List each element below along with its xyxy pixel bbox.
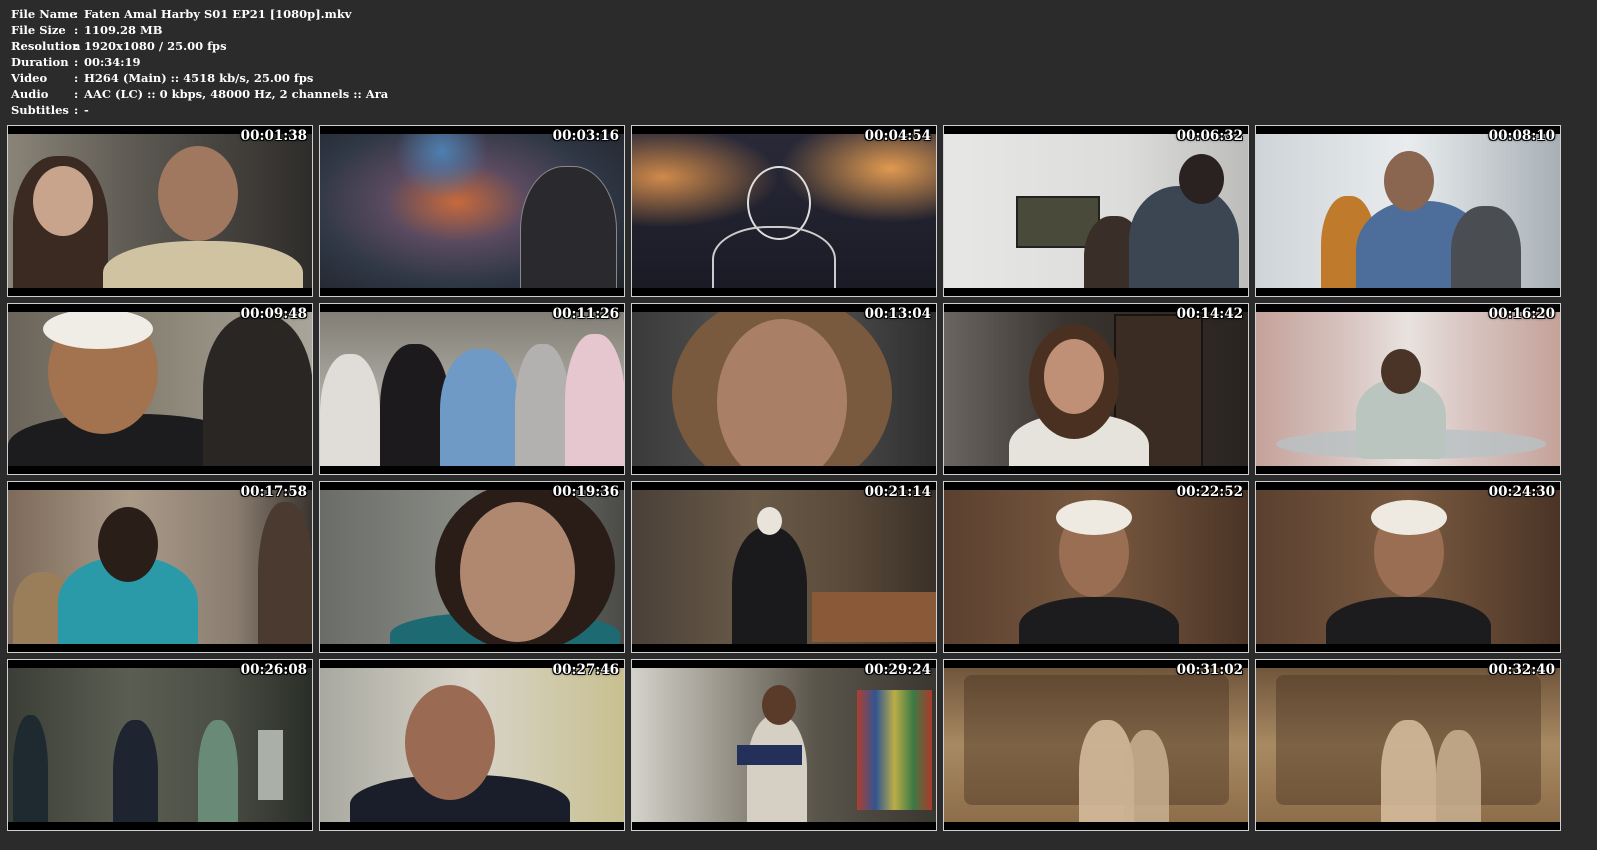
separator: : — [74, 87, 79, 101]
media-info-panel: File Name : Faten Amal Harby S01 EP21 [1… — [11, 6, 388, 118]
thumbnail[interactable]: 00:22:52 — [943, 481, 1249, 653]
timestamp: 00:26:08 — [240, 662, 307, 678]
file-name-label: File Name — [11, 7, 77, 21]
thumbnail[interactable]: 00:19:36 — [319, 481, 625, 653]
thumbnail[interactable]: 00:29:24 — [631, 659, 937, 831]
timestamp: 00:13:04 — [864, 306, 931, 322]
duration-value: 00:34:19 — [84, 55, 141, 69]
timestamp: 00:24:30 — [1488, 484, 1555, 500]
separator: : — [74, 103, 79, 117]
thumbnail[interactable]: 00:08:10 — [1255, 125, 1561, 297]
timestamp: 00:14:42 — [1176, 306, 1243, 322]
info-row-resolution: Resolution : 1920x1080 / 25.00 fps — [11, 38, 388, 54]
separator: : — [74, 39, 79, 53]
audio-label: Audio — [11, 87, 49, 101]
timestamp: 00:19:36 — [552, 484, 619, 500]
timestamp: 00:21:14 — [864, 484, 931, 500]
separator: : — [74, 71, 79, 85]
info-row-video: Video : H264 (Main) :: 4518 kb/s, 25.00 … — [11, 70, 388, 86]
subtitles-value: - — [84, 103, 89, 117]
subtitles-label: Subtitles — [11, 103, 69, 117]
timestamp: 00:27:46 — [552, 662, 619, 678]
thumbnail[interactable]: 00:27:46 — [319, 659, 625, 831]
separator: : — [74, 55, 79, 69]
info-row-file-name: File Name : Faten Amal Harby S01 EP21 [1… — [11, 6, 388, 22]
info-row-audio: Audio : AAC (LC) :: 0 kbps, 48000 Hz, 2 … — [11, 86, 388, 102]
thumbnail[interactable]: 00:04:54 — [631, 125, 937, 297]
thumbnail[interactable]: 00:31:02 — [943, 659, 1249, 831]
thumbnail[interactable]: 00:32:40 — [1255, 659, 1561, 831]
timestamp: 00:22:52 — [1176, 484, 1243, 500]
audio-value: AAC (LC) :: 0 kbps, 48000 Hz, 2 channels… — [84, 87, 389, 101]
file-name-value: Faten Amal Harby S01 EP21 [1080p].mkv — [84, 7, 352, 21]
thumbnail[interactable]: 00:14:42 — [943, 303, 1249, 475]
thumbnail[interactable]: 00:26:08 — [7, 659, 313, 831]
timestamp: 00:01:38 — [240, 128, 307, 144]
timestamp: 00:08:10 — [1488, 128, 1555, 144]
resolution-value: 1920x1080 / 25.00 fps — [84, 39, 227, 53]
timestamp: 00:32:40 — [1488, 662, 1555, 678]
separator: : — [74, 7, 79, 21]
thumbnail[interactable]: 00:13:04 — [631, 303, 937, 475]
timestamp: 00:17:58 — [240, 484, 307, 500]
info-row-duration: Duration : 00:34:19 — [11, 54, 388, 70]
timestamp: 00:04:54 — [864, 128, 931, 144]
thumbnail[interactable]: 00:16:20 — [1255, 303, 1561, 475]
timestamp: 00:16:20 — [1488, 306, 1555, 322]
thumbnail-grid: 00:01:38 00:03:16 00:04:54 00:06:32 00:0… — [7, 125, 1561, 831]
separator: : — [74, 23, 79, 37]
file-size-value: 1109.28 MB — [84, 23, 163, 37]
thumbnail[interactable]: 00:24:30 — [1255, 481, 1561, 653]
timestamp: 00:03:16 — [552, 128, 619, 144]
thumbnail[interactable]: 00:11:26 — [319, 303, 625, 475]
thumbnail[interactable]: 00:01:38 — [7, 125, 313, 297]
timestamp: 00:31:02 — [1176, 662, 1243, 678]
duration-label: Duration — [11, 55, 69, 69]
info-row-subtitles: Subtitles : - — [11, 102, 388, 118]
thumbnail[interactable]: 00:17:58 — [7, 481, 313, 653]
info-row-file-size: File Size : 1109.28 MB — [11, 22, 388, 38]
video-value: H264 (Main) :: 4518 kb/s, 25.00 fps — [84, 71, 314, 85]
thumbnail[interactable]: 00:06:32 — [943, 125, 1249, 297]
timestamp: 00:11:26 — [552, 306, 619, 322]
thumbnail[interactable]: 00:09:48 — [7, 303, 313, 475]
thumbnail[interactable]: 00:21:14 — [631, 481, 937, 653]
timestamp: 00:06:32 — [1176, 128, 1243, 144]
file-size-label: File Size — [11, 23, 66, 37]
timestamp: 00:29:24 — [864, 662, 931, 678]
timestamp: 00:09:48 — [240, 306, 307, 322]
thumbnail[interactable]: 00:03:16 — [319, 125, 625, 297]
resolution-label: Resolution — [11, 39, 81, 53]
video-label: Video — [11, 71, 48, 85]
